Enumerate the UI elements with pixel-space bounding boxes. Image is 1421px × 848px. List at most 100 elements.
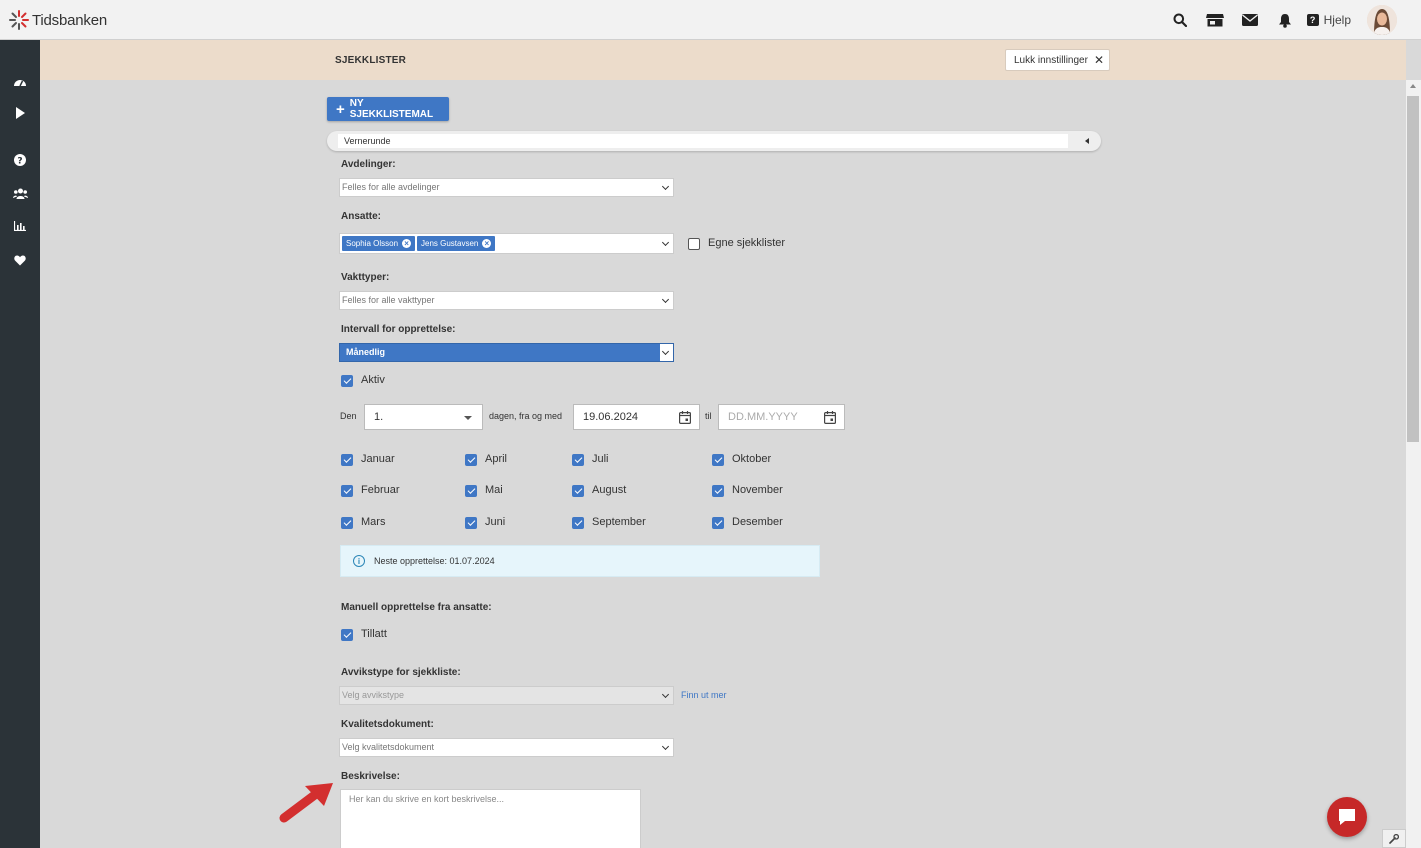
- next-creation-text: Neste opprettelse: 01.07.2024: [374, 556, 495, 566]
- departments-select[interactable]: Felles for alle avdelinger: [339, 178, 674, 197]
- from-date-value: 19.06.2024: [583, 411, 639, 423]
- month-label: Mai: [485, 484, 503, 496]
- new-template-button[interactable]: + NY SJEKKLISTEMAL: [327, 97, 449, 121]
- month-label: Desember: [732, 516, 783, 528]
- interval-label: Intervall for opprettelse:: [341, 324, 456, 335]
- sidebar-item-play[interactable]: [11, 106, 29, 120]
- allowed-checkbox[interactable]: [341, 629, 353, 641]
- scrollbar-thumb[interactable]: [1407, 96, 1419, 442]
- month-checkbox-april[interactable]: [465, 454, 477, 466]
- logo-icon: [9, 10, 29, 30]
- interval-select[interactable]: Månedlig: [339, 343, 674, 362]
- scroll-up-icon[interactable]: [1410, 84, 1416, 88]
- quality-document-label: Kvalitetsdokument:: [341, 719, 434, 730]
- remove-chip-icon[interactable]: ×: [482, 239, 492, 248]
- remove-chip-icon[interactable]: ×: [402, 239, 412, 248]
- month-label: Juli: [592, 453, 609, 465]
- calendar-icon[interactable]: [824, 411, 836, 424]
- calendar-icon[interactable]: [679, 411, 691, 424]
- sidebar: ?: [0, 40, 40, 848]
- month-checkbox-oktober[interactable]: [712, 454, 724, 466]
- top-actions: ? Hjelp: [1163, 3, 1397, 37]
- sidebar-item-dashboard[interactable]: [11, 74, 29, 88]
- month-checkbox-juli[interactable]: [572, 454, 584, 466]
- mail-button[interactable]: [1233, 3, 1268, 37]
- notifications-button[interactable]: [1268, 3, 1303, 37]
- close-icon: ✕: [1093, 53, 1104, 67]
- month-checkbox-juni[interactable]: [465, 517, 477, 529]
- template-bar: Vernerunde: [327, 131, 1101, 151]
- search-icon: [1173, 13, 1188, 27]
- learn-more-link[interactable]: Finn ut mer: [681, 690, 727, 700]
- month-checkbox-august[interactable]: [572, 485, 584, 497]
- template-name-input[interactable]: Vernerunde: [338, 134, 1068, 148]
- bell-icon: [1279, 13, 1292, 28]
- shift-types-label: Vakttyper:: [341, 272, 390, 283]
- day-value: 1.: [374, 411, 384, 423]
- schedule-prefix: Den: [340, 411, 357, 421]
- logo-text: Tidsbanken: [32, 11, 107, 29]
- sidebar-item-users[interactable]: [11, 186, 29, 200]
- sidebar-item-help[interactable]: ?: [11, 153, 29, 167]
- chevron-down-icon: [661, 182, 670, 191]
- help-button[interactable]: ? Hjelp: [1306, 13, 1351, 27]
- allowed-label: Tillatt: [361, 628, 387, 640]
- interval-value: Månedlig: [346, 347, 386, 357]
- description-label: Beskrivelse:: [341, 771, 400, 782]
- dashboard-icon: [14, 79, 26, 86]
- question-icon: ?: [14, 154, 26, 166]
- devtools-button[interactable]: [1382, 829, 1406, 848]
- logo[interactable]: Tidsbanken: [9, 10, 107, 30]
- quality-document-select[interactable]: Velg kvalitetsdokument: [339, 738, 674, 757]
- to-label: til: [705, 411, 712, 421]
- chevron-down-icon: [661, 690, 670, 699]
- deviation-type-placeholder: Velg avvikstype: [342, 690, 405, 700]
- month-checkbox-november[interactable]: [712, 485, 724, 497]
- month-label: November: [732, 484, 783, 496]
- month-label: August: [592, 484, 627, 496]
- users-icon: [12, 188, 28, 199]
- close-settings-label: Lukk innstillinger: [1014, 54, 1088, 66]
- departments-value: Felles for alle avdelinger: [342, 182, 440, 192]
- employee-chip[interactable]: Jens Gustavsen ×: [417, 236, 496, 251]
- page-title: SJEKKLISTER: [335, 55, 407, 66]
- next-creation-info: i Neste opprettelse: 01.07.2024: [340, 545, 820, 577]
- month-checkbox-februar[interactable]: [341, 485, 353, 497]
- employee-chip[interactable]: Sophia Olsson ×: [342, 236, 416, 251]
- deviation-type-select[interactable]: Velg avvikstype: [339, 686, 674, 705]
- sidebar-item-favorites[interactable]: [11, 253, 29, 267]
- sidebar-item-reports[interactable]: [11, 219, 29, 233]
- month-checkbox-desember[interactable]: [712, 517, 724, 529]
- chevron-down-icon: [661, 295, 670, 304]
- shift-types-select[interactable]: Felles for alle vakttyper: [339, 291, 674, 310]
- manual-creation-label: Manuell opprettelse fra ansatte:: [341, 602, 492, 613]
- search-button[interactable]: [1163, 3, 1198, 37]
- month-checkbox-mars[interactable]: [341, 517, 353, 529]
- close-settings-button[interactable]: Lukk innstillinger ✕: [1005, 49, 1110, 71]
- month-label: Februar: [361, 484, 400, 496]
- new-template-label: NY SJEKKLISTEMAL: [349, 98, 434, 120]
- chevron-down-icon: [661, 238, 670, 247]
- employees-select[interactable]: Sophia Olsson × Jens Gustavsen ×: [339, 233, 674, 254]
- own-checklists-checkbox[interactable]: [688, 238, 700, 250]
- user-photo-icon: [1367, 5, 1397, 35]
- departments-label: Avdelinger:: [341, 159, 396, 170]
- settings-header: SJEKKLISTER Lukk innstillinger ✕: [40, 40, 1406, 80]
- month-checkbox-mai[interactable]: [465, 485, 477, 497]
- chart-icon: [14, 221, 26, 231]
- month-checkbox-september[interactable]: [572, 517, 584, 529]
- active-checkbox[interactable]: [341, 375, 353, 387]
- store-button[interactable]: [1198, 3, 1233, 37]
- collapse-icon[interactable]: [1085, 138, 1089, 144]
- plus-icon: +: [336, 100, 345, 118]
- month-label: Mars: [361, 516, 386, 528]
- avatar[interactable]: [1367, 5, 1397, 35]
- employee-chip-label: Jens Gustavsen: [421, 239, 479, 248]
- to-date-input[interactable]: DD.MM.YYYY: [718, 404, 845, 430]
- description-textarea[interactable]: Her kan du skrive en kort beskrivelse...: [340, 789, 641, 848]
- shift-types-value: Felles for alle vakttyper: [342, 295, 435, 305]
- chat-button[interactable]: [1327, 797, 1367, 837]
- day-select[interactable]: 1.: [364, 404, 483, 430]
- month-checkbox-januar[interactable]: [341, 454, 353, 466]
- from-date-input[interactable]: 19.06.2024: [573, 404, 700, 430]
